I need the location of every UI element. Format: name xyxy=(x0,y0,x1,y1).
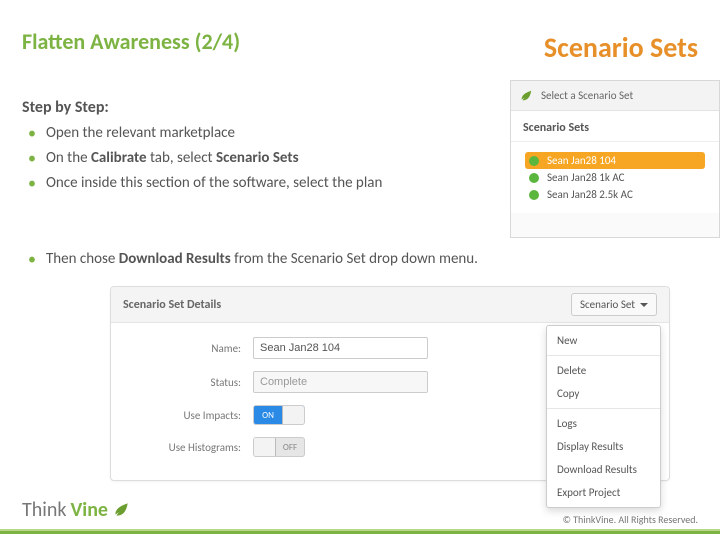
menu-item-display-results[interactable]: Display Results xyxy=(547,435,660,458)
thinkvine-logo: ThinkVine xyxy=(22,498,130,522)
slide-title: Flatten Awareness (2/4) xyxy=(22,28,240,55)
menu-item-logs[interactable]: Logs xyxy=(547,412,660,435)
use-histograms-toggle[interactable]: OFF xyxy=(253,437,305,457)
step-item: Open the relevant marketplace xyxy=(28,122,468,147)
step-item: Then chose Download Results from the Sce… xyxy=(28,248,648,273)
use-impacts-toggle[interactable]: ON xyxy=(253,405,305,425)
step-text: Open the relevant marketplace xyxy=(46,122,235,147)
chevron-down-icon xyxy=(640,303,648,307)
menu-item-export-project[interactable]: Export Project xyxy=(547,481,660,504)
status-dot-icon xyxy=(529,173,539,183)
details-header: Scenario Set Details Scenario Set xyxy=(111,287,669,323)
menu-item-download-results[interactable]: Download Results xyxy=(547,458,660,481)
scenario-item-label: Sean Jan28 104 xyxy=(547,154,616,167)
scenario-set-details-panel: Scenario Set Details Scenario Set Name: … xyxy=(110,286,670,481)
panel-subtitle: Scenario Sets xyxy=(511,111,719,142)
step-item: On the Calibrate tab, select Scenario Se… xyxy=(28,147,468,172)
step-text: Once inside this section of the software… xyxy=(46,172,382,197)
steps-heading: Step by Step: xyxy=(22,98,109,117)
steps-list: Open the relevant marketplace On the Cal… xyxy=(28,122,468,196)
logo-vine-text: Vine xyxy=(70,498,108,522)
name-label: Name: xyxy=(131,342,241,355)
steps-list-2: Then chose Download Results from the Sce… xyxy=(28,248,648,273)
scenario-item-label: Sean Jan28 1k AC xyxy=(547,171,624,184)
scenario-item-selected[interactable]: Sean Jan28 104 xyxy=(525,152,705,169)
toggle-knob-icon xyxy=(254,438,276,456)
step-text: On the Calibrate tab, select Scenario Se… xyxy=(46,147,299,172)
scenario-item[interactable]: Sean Jan28 2.5k AC xyxy=(525,186,705,203)
scenario-sets-panel: Select a Scenario Set Scenario Sets Sean… xyxy=(510,80,720,238)
scenario-list: Sean Jan28 104 Sean Jan28 1k AC Sean Jan… xyxy=(511,142,719,213)
use-impacts-label: Use Impacts: xyxy=(131,409,241,422)
menu-item-copy[interactable]: Copy xyxy=(547,382,660,405)
step-text: Then chose Download Results from the Sce… xyxy=(46,248,478,273)
menu-separator xyxy=(547,355,660,356)
step-item: Once inside this section of the software… xyxy=(28,172,468,197)
section-brand: Scenario Sets xyxy=(544,30,698,65)
name-input[interactable] xyxy=(253,337,428,359)
menu-separator xyxy=(547,408,660,409)
scenario-set-dropdown-button[interactable]: Scenario Set xyxy=(571,293,657,316)
use-histograms-label: Use Histograms: xyxy=(131,441,241,454)
leaf-icon xyxy=(112,501,130,519)
copyright-text: © ThinkVine. All Rights Reserved. xyxy=(563,513,698,526)
menu-item-new[interactable]: New xyxy=(547,329,660,352)
dropdown-label: Scenario Set xyxy=(580,298,635,311)
status-dot-icon xyxy=(529,190,539,200)
toggle-on-text: ON xyxy=(254,406,282,424)
scenario-item-label: Sean Jan28 2.5k AC xyxy=(547,188,633,201)
panel-header-text: Select a Scenario Set xyxy=(541,89,633,102)
panel-header: Select a Scenario Set xyxy=(511,81,719,111)
toggle-knob-icon xyxy=(282,406,304,424)
status-label: Status: xyxy=(131,376,241,389)
menu-item-delete[interactable]: Delete xyxy=(547,359,660,382)
leaf-icon xyxy=(519,89,533,103)
scenario-item[interactable]: Sean Jan28 1k AC xyxy=(525,169,705,186)
scenario-set-menu: New Delete Copy Logs Display Results Dow… xyxy=(546,325,661,508)
logo-think-text: Think xyxy=(22,498,66,522)
toggle-off-text: OFF xyxy=(276,438,304,457)
footer-accent-line xyxy=(0,531,720,534)
details-title: Scenario Set Details xyxy=(123,298,221,312)
status-input xyxy=(253,371,428,393)
status-dot-icon xyxy=(529,156,539,166)
